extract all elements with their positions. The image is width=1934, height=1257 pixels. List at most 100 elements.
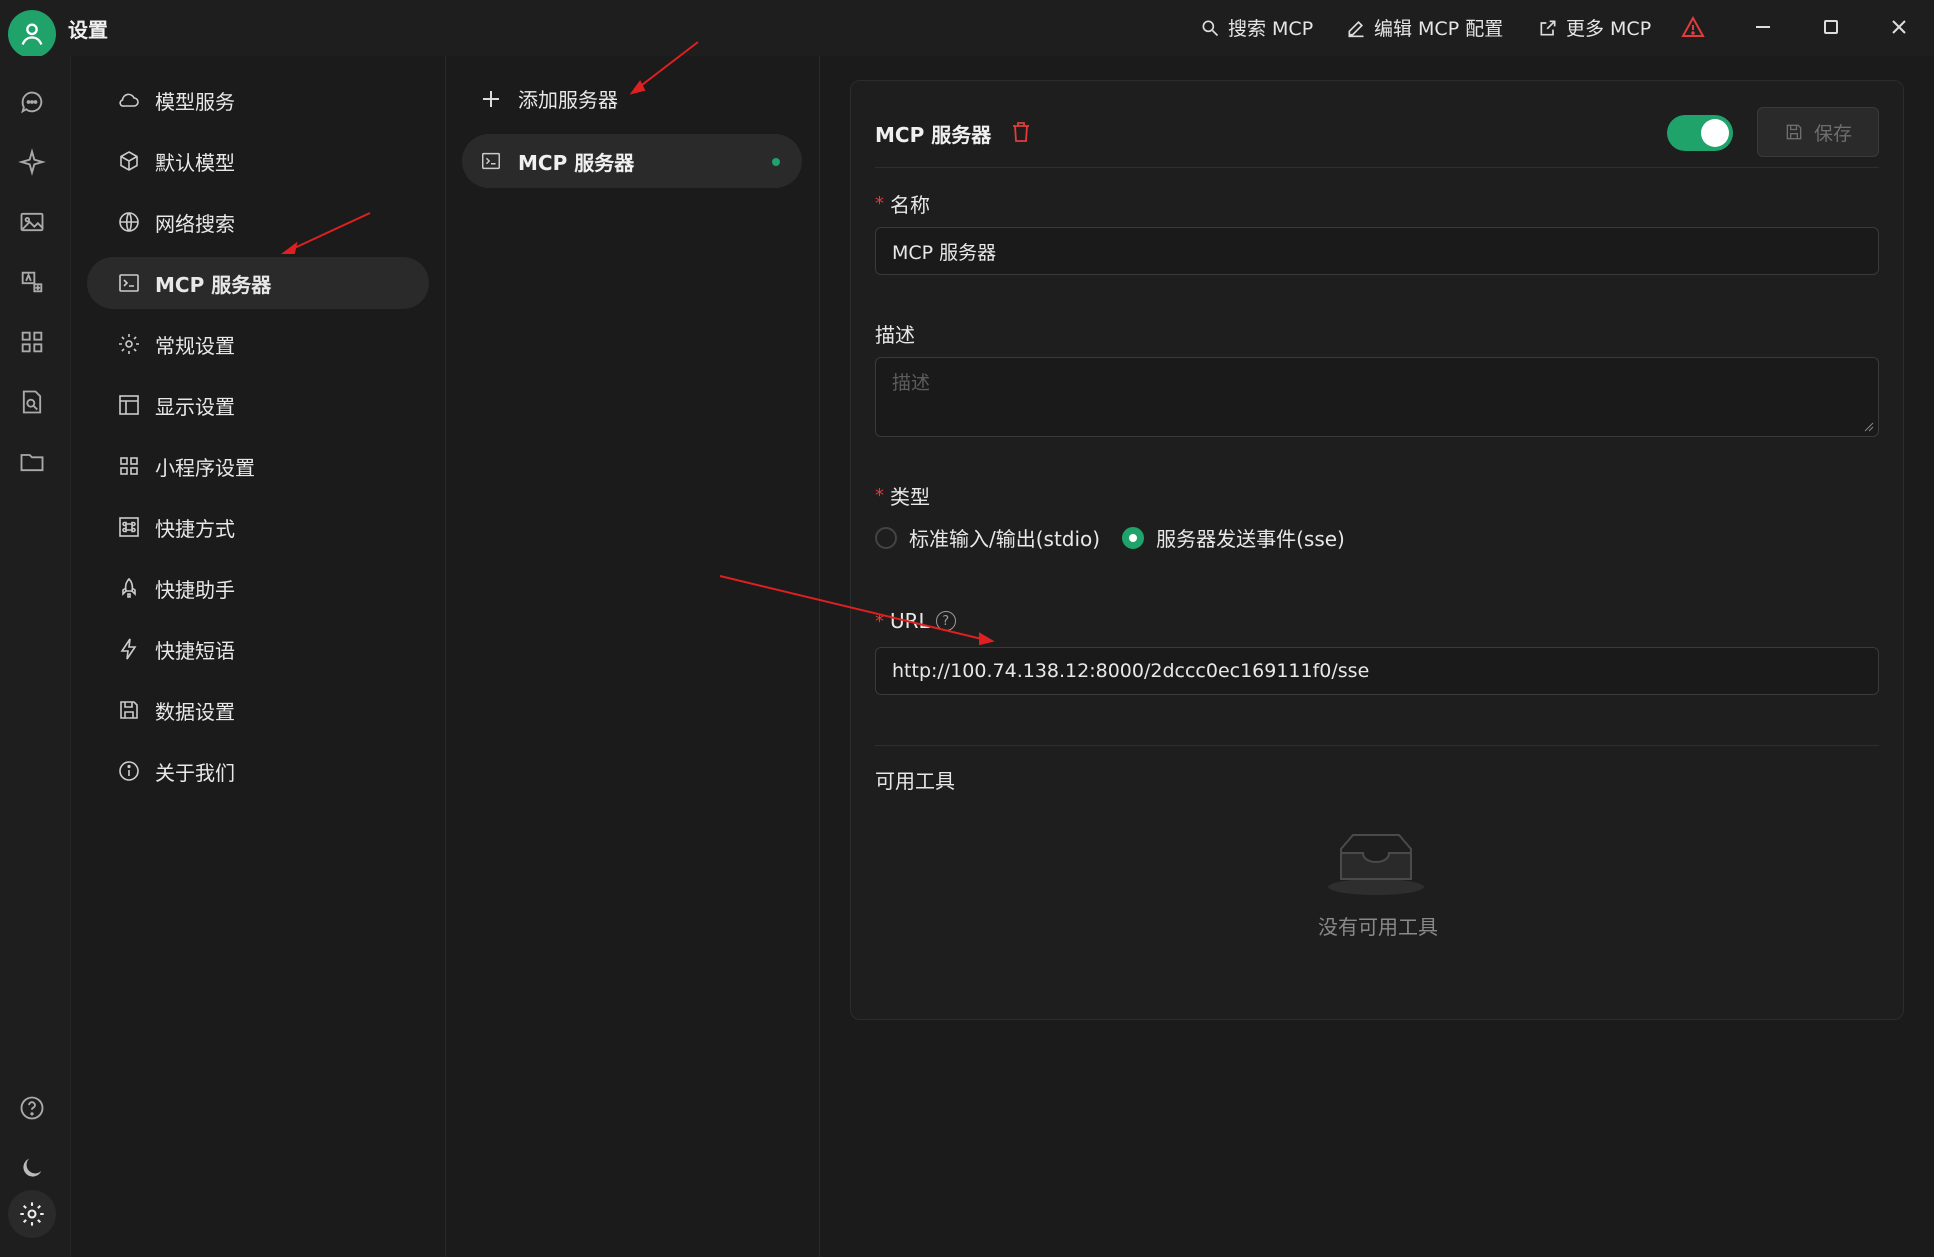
rail-translate[interactable] [14, 264, 50, 300]
more-mcp-button[interactable]: 更多 MCP [1538, 14, 1651, 41]
rail-agents[interactable] [14, 144, 50, 180]
radio-circle-selected[interactable] [1122, 526, 1145, 549]
nav-quick-assistant[interactable]: 快捷助手 [87, 562, 429, 614]
nav-default-model[interactable]: 默认模型 [87, 135, 429, 187]
moon-icon [23, 1158, 42, 1177]
url-input[interactable]: http://100.74.138.12:8000/2dccc0ec169111… [875, 647, 1879, 695]
search-mcp-label: 搜索 MCP [1228, 18, 1314, 40]
resize-handle-icon[interactable] [1864, 422, 1874, 432]
delete-server-button[interactable] [1011, 121, 1031, 147]
more-mcp-label: 更多 MCP [1566, 18, 1652, 40]
rail-chat[interactable] [14, 84, 50, 120]
required-mark: * [875, 193, 884, 214]
description-placeholder: 描述 [892, 372, 931, 394]
radio-sse[interactable]: 服务器发送事件(sse) [1122, 523, 1345, 552]
help-icon[interactable]: ? [935, 611, 956, 631]
nav-label: 显示设置 [155, 394, 235, 419]
nav-label: 关于我们 [155, 760, 235, 785]
nav-label: 小程序设置 [155, 455, 255, 480]
nav-quick-phrases[interactable]: 快捷短语 [87, 623, 429, 675]
globe-icon [119, 212, 139, 232]
rail-knowledge[interactable] [14, 384, 50, 420]
save-button[interactable]: 保存 [1757, 107, 1879, 157]
nav-mcp-servers[interactable]: MCP 服务器 [87, 257, 429, 309]
add-server-button[interactable]: 添加服务器 [480, 84, 618, 113]
translate-icon [21, 271, 43, 293]
gear-icon [20, 1202, 44, 1226]
title-bar: 设置 搜索 MCP 编辑 MCP 配置 更多 MCP [0, 0, 1934, 58]
rail-apps[interactable] [14, 324, 50, 360]
warning-button[interactable] [1676, 12, 1710, 42]
layout-icon [119, 395, 139, 415]
search-mcp-button[interactable]: 搜索 MCP [1200, 14, 1313, 41]
main-panel: MCP 服务器 保存 * 名称 MCP 服务器 描述 描述 * 类型 标准输入/… [820, 56, 1934, 1257]
name-input[interactable]: MCP 服务器 [875, 227, 1879, 275]
edit-mcp-config-button[interactable]: 编辑 MCP 配置 [1346, 14, 1503, 41]
name-label-text: 名称 [890, 193, 930, 217]
nav-label: 网络搜索 [155, 211, 235, 236]
user-icon [21, 23, 43, 45]
rail-images[interactable] [14, 204, 50, 240]
user-avatar[interactable] [8, 10, 56, 58]
rocket-icon [122, 577, 136, 598]
cube-icon [120, 151, 138, 171]
nav-display[interactable]: 显示设置 [87, 379, 429, 431]
radio-label: 服务器发送事件(sse) [1156, 527, 1345, 551]
type-radio-group: 标准输入/输出(stdio) 服务器发送事件(sse) [875, 523, 1345, 552]
grid-icon [120, 457, 138, 475]
server-status-dot [772, 158, 780, 166]
nav-label: 模型服务 [155, 89, 235, 114]
help-icon [20, 1096, 44, 1120]
nav-mini-apps[interactable]: 小程序设置 [87, 440, 429, 492]
radio-stdio[interactable]: 标准输入/输出(stdio) [875, 523, 1100, 552]
radio-circle[interactable] [875, 526, 897, 549]
info-icon [119, 761, 139, 781]
radio-label: 标准输入/输出(stdio) [909, 527, 1101, 551]
desc-field-label: 描述 [875, 319, 915, 348]
empty-inbox-icon [1321, 829, 1431, 903]
terminal-icon [482, 152, 500, 170]
nav-data[interactable]: 数据设置 [87, 684, 429, 736]
url-label-text: URL [890, 609, 930, 633]
server-detail-card: MCP 服务器 保存 * 名称 MCP 服务器 描述 描述 * 类型 标准输入/… [850, 80, 1904, 1020]
rail-files[interactable] [14, 444, 50, 480]
save-icon [120, 701, 138, 719]
rail-settings[interactable] [8, 1190, 56, 1238]
nav-about[interactable]: 关于我们 [87, 745, 429, 797]
required-mark: * [875, 485, 884, 506]
gear-icon [119, 334, 139, 354]
nav-web-search[interactable]: 网络搜索 [87, 196, 429, 248]
nav-general[interactable]: 常规设置 [87, 318, 429, 370]
type-label-text: 类型 [890, 485, 930, 509]
warning-icon [1681, 15, 1705, 37]
plus-icon [483, 90, 499, 107]
folder-icon [20, 454, 44, 472]
terminal-icon [119, 274, 139, 292]
search-icon [1202, 20, 1219, 36]
maximize-icon [1824, 20, 1838, 34]
maximize-button[interactable] [1814, 12, 1848, 42]
close-icon [1892, 20, 1906, 34]
minimize-button[interactable] [1746, 12, 1780, 42]
add-server-label: 添加服务器 [518, 88, 618, 112]
required-mark: * [875, 610, 884, 632]
nav-model-service[interactable]: 模型服务 [87, 74, 429, 126]
rail-help[interactable] [14, 1090, 50, 1126]
rail-theme[interactable] [14, 1150, 50, 1186]
empty-tools-text: 没有可用工具 [1318, 915, 1438, 939]
trash-icon [1013, 122, 1029, 142]
type-field-label: * 类型 [875, 481, 930, 510]
apps-icon [21, 331, 43, 353]
server-list-item[interactable]: MCP 服务器 [462, 134, 802, 188]
header-divider [875, 167, 1879, 168]
file-search-icon [22, 390, 42, 414]
server-enabled-toggle[interactable] [1667, 115, 1733, 151]
nav-shortcuts[interactable]: 快捷方式 [87, 501, 429, 553]
close-button[interactable] [1882, 12, 1916, 42]
tools-divider [875, 745, 1879, 746]
description-textarea[interactable]: 描述 [875, 357, 1879, 437]
window-title: 设置 [68, 18, 108, 42]
minimize-icon [1756, 26, 1770, 28]
edit-mcp-config-label: 编辑 MCP 配置 [1374, 18, 1504, 40]
image-icon [20, 212, 44, 232]
